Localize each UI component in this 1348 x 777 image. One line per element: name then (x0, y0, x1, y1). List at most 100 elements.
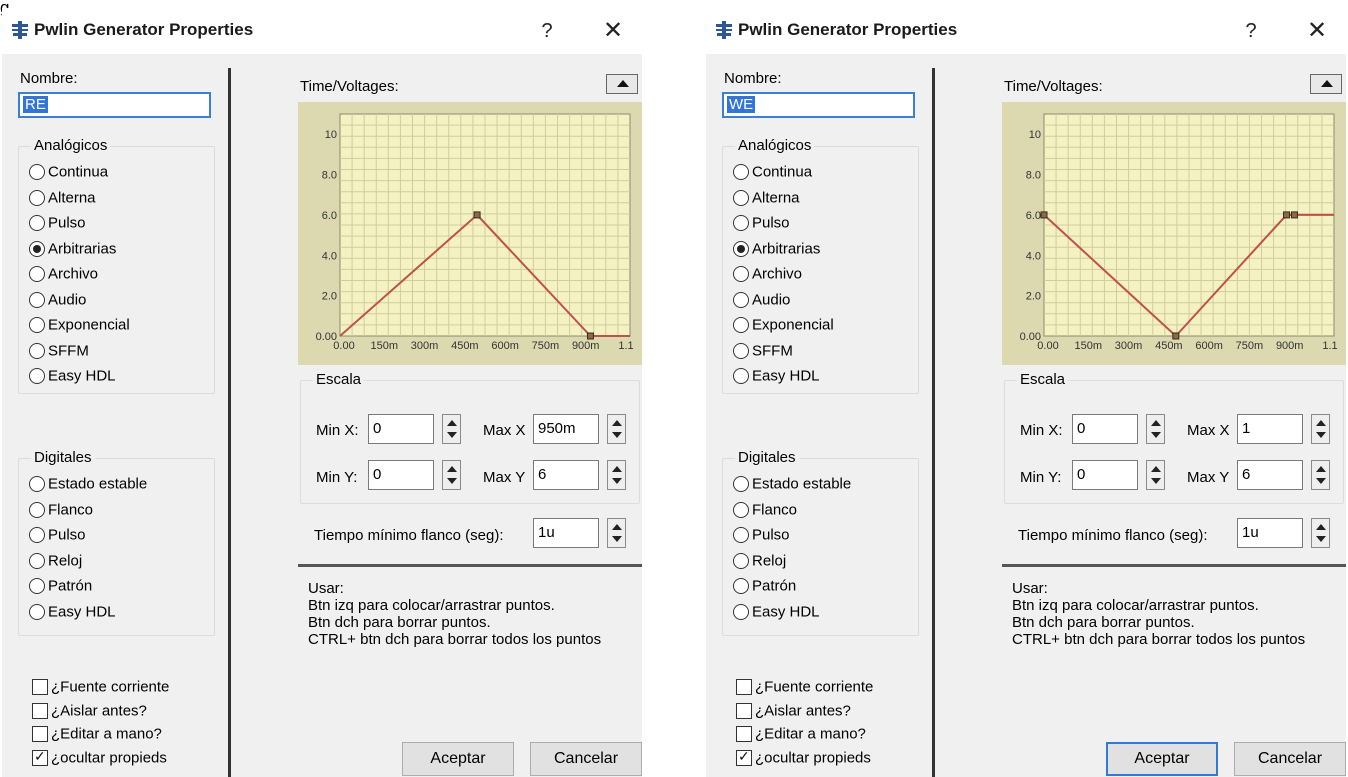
min-x-input[interactable]: 0 (368, 414, 434, 444)
radio-patr-n[interactable]: Patrón (29, 577, 92, 597)
ok-button[interactable]: Aceptar (1106, 742, 1218, 776)
collapse-button[interactable] (606, 74, 638, 94)
y-tick-label: 10 (1029, 129, 1041, 141)
radio-label: Flanco (48, 501, 94, 519)
checkbox-label: ¿Fuente corriente (755, 678, 874, 696)
waveform-chart[interactable]: 0.00 2.0 4.0 6.0 8.0 10 0.00 150m 300m 450m 600m 75… (1002, 102, 1346, 365)
waveform-point-marker (1283, 211, 1291, 219)
checkbox-0[interactable]: ¿Fuente corriente (736, 678, 873, 698)
y-tick-label: 2.0 (1026, 291, 1041, 303)
min-x-spin-buttons[interactable] (1146, 414, 1165, 444)
x-tick-label: 300m (1115, 340, 1143, 352)
radio-audio[interactable]: Audio (29, 291, 86, 311)
radio-label: Patrón (752, 577, 797, 595)
max-y-spin-buttons[interactable] (1311, 460, 1330, 490)
radio-audio[interactable]: Audio (733, 291, 790, 311)
min-y-input[interactable]: 0 (368, 460, 434, 490)
min-x-spin-buttons[interactable] (442, 414, 461, 444)
radio-continua[interactable]: Continua (29, 163, 108, 183)
radio-label: Estado estable (48, 475, 148, 493)
max-y-input[interactable]: 6 (1237, 460, 1303, 490)
checkbox-2[interactable]: ¿Editar a mano? (32, 725, 162, 745)
radio-estado-estable[interactable]: Estado estable (29, 475, 147, 495)
x-tick-label: 1.1 (1322, 340, 1337, 352)
max-y-input[interactable]: 6 (533, 460, 599, 490)
radio-exponencial[interactable]: Exponencial (733, 316, 834, 336)
radio-pulso[interactable]: Pulso (29, 526, 86, 546)
radio-sffm[interactable]: SFFM (29, 342, 89, 362)
usage-line: CTRL+ btn dch para borrar todos los punt… (1012, 631, 1306, 648)
min-y-spin-buttons[interactable] (442, 460, 461, 490)
radio-arbitrarias[interactable]: Arbitrarias (733, 240, 820, 260)
radio-easy-hdl[interactable]: Easy HDL (29, 367, 116, 387)
y-tick-label: 2.0 (322, 291, 337, 303)
nombre-input[interactable]: RE (18, 92, 211, 118)
radio-alterna[interactable]: Alterna (29, 189, 96, 209)
radio-easy-hdl[interactable]: Easy HDL (733, 603, 820, 623)
radio-easy-hdl[interactable]: Easy HDL (733, 367, 820, 387)
min-edge-time-spin-buttons[interactable] (607, 518, 626, 548)
checkbox-1[interactable]: ¿Aislar antes? (32, 702, 147, 722)
max-y-spin-buttons[interactable] (607, 460, 626, 490)
waveform-svg[interactable]: 0.002.04.06.08.0100.00 150m 300m 450m 600m 75… (298, 102, 642, 365)
radio-arbitrarias[interactable]: Arbitrarias (29, 240, 116, 260)
checkbox-3[interactable]: ¿ocultar propieds (736, 748, 871, 769)
radio-flanco[interactable]: Flanco (733, 501, 797, 521)
min-edge-time-spin-buttons[interactable] (1311, 518, 1330, 548)
nombre-input[interactable]: WE (722, 92, 915, 118)
min-y-spin-buttons[interactable] (1146, 460, 1165, 490)
radio-archivo[interactable]: Archivo (29, 265, 98, 285)
radio-continua[interactable]: Continua (733, 163, 812, 183)
waveform-svg[interactable]: 0.002.04.06.08.0100.00 150m 300m 450m 600m 75… (1002, 102, 1346, 365)
ok-button[interactable]: Aceptar (402, 742, 514, 776)
radio-label: Reloj (752, 552, 787, 570)
radio-alterna[interactable]: Alterna (733, 189, 800, 209)
min-x-input[interactable]: 0 (1072, 414, 1138, 444)
radio-flanco[interactable]: Flanco (29, 501, 93, 521)
checkbox-2[interactable]: ¿Editar a mano? (736, 725, 866, 745)
radio-circle (29, 291, 45, 308)
collapse-button[interactable] (1310, 74, 1342, 94)
max-x-spin-buttons[interactable] (607, 414, 626, 444)
checkbox-0[interactable]: ¿Fuente corriente (32, 678, 169, 698)
checkbox-1[interactable]: ¿Aislar antes? (736, 702, 851, 722)
radio-archivo[interactable]: Archivo (733, 265, 802, 285)
radio-exponencial[interactable]: Exponencial (29, 316, 130, 336)
radio-circle (733, 552, 749, 569)
radio-sffm[interactable]: SFFM (733, 342, 793, 362)
close-button[interactable]: ✕ (598, 16, 628, 46)
radio-pulso[interactable]: Pulso (29, 214, 86, 234)
max-x-input[interactable]: 950m (533, 414, 599, 444)
min-edge-time-input[interactable]: 1u (533, 518, 599, 548)
max-x-input[interactable]: 1 (1237, 414, 1303, 444)
radio-circle (733, 266, 749, 283)
radio-pulso[interactable]: Pulso (733, 214, 790, 234)
radio-label: Audio (48, 291, 87, 309)
radio-reloj[interactable]: Reloj (733, 552, 786, 572)
radio-estado-estable[interactable]: Estado estable (733, 475, 851, 495)
checkbox-label: ¿ocultar propieds (755, 749, 871, 767)
spin-down-icon (612, 432, 622, 438)
radio-pulso[interactable]: Pulso (733, 526, 790, 546)
radio-easy-hdl[interactable]: Easy HDL (29, 603, 116, 623)
min-edge-time-input[interactable]: 1u (1237, 518, 1303, 548)
help-button[interactable]: ? (1236, 16, 1266, 46)
min-y-input[interactable]: 0 (1072, 460, 1138, 490)
help-button[interactable]: ? (532, 16, 562, 46)
max-y-label: Max Y (483, 469, 526, 486)
spin-down-icon (1151, 432, 1161, 438)
radio-reloj[interactable]: Reloj (29, 552, 82, 572)
cancel-button[interactable]: Cancelar (530, 742, 642, 776)
usage-line: Btn dch para borrar puntos. (308, 614, 491, 631)
waveform-chart[interactable]: 0.00 2.0 4.0 6.0 8.0 10 0.00 150m 300m 450m 600m 75… (298, 102, 642, 365)
radio-circle (733, 603, 749, 620)
cancel-button[interactable]: Cancelar (1234, 742, 1346, 776)
title-bar: Pwlin Generator Properties? ✕ (2, 8, 642, 54)
radio-label: Pulso (752, 214, 790, 232)
close-button[interactable]: ✕ (1302, 16, 1332, 46)
max-x-spin-buttons[interactable] (1311, 414, 1330, 444)
radio-patr-n[interactable]: Patrón (733, 577, 796, 597)
radio-circle (733, 164, 749, 181)
digital-group-title: Digitales (31, 449, 95, 466)
checkbox-3[interactable]: ¿ocultar propieds (32, 748, 167, 769)
